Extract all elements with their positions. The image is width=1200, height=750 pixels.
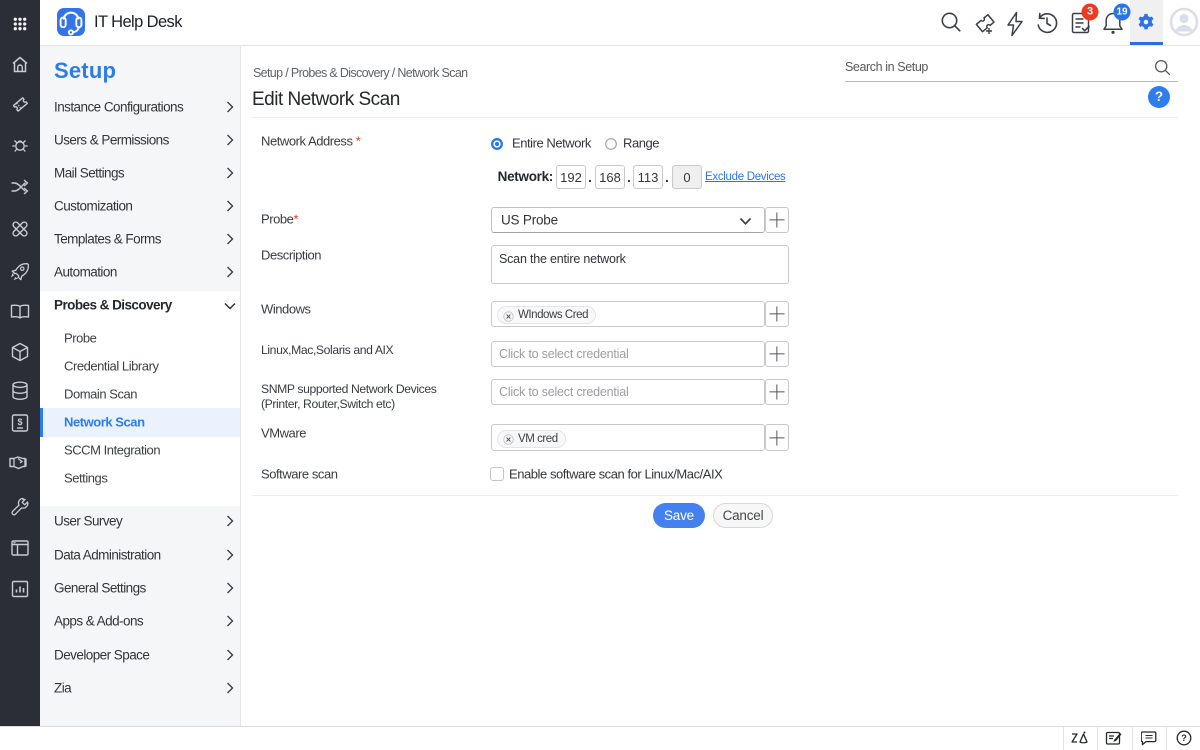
svg-text:?: ?	[1181, 733, 1187, 743]
svg-text:$: $	[17, 417, 22, 427]
